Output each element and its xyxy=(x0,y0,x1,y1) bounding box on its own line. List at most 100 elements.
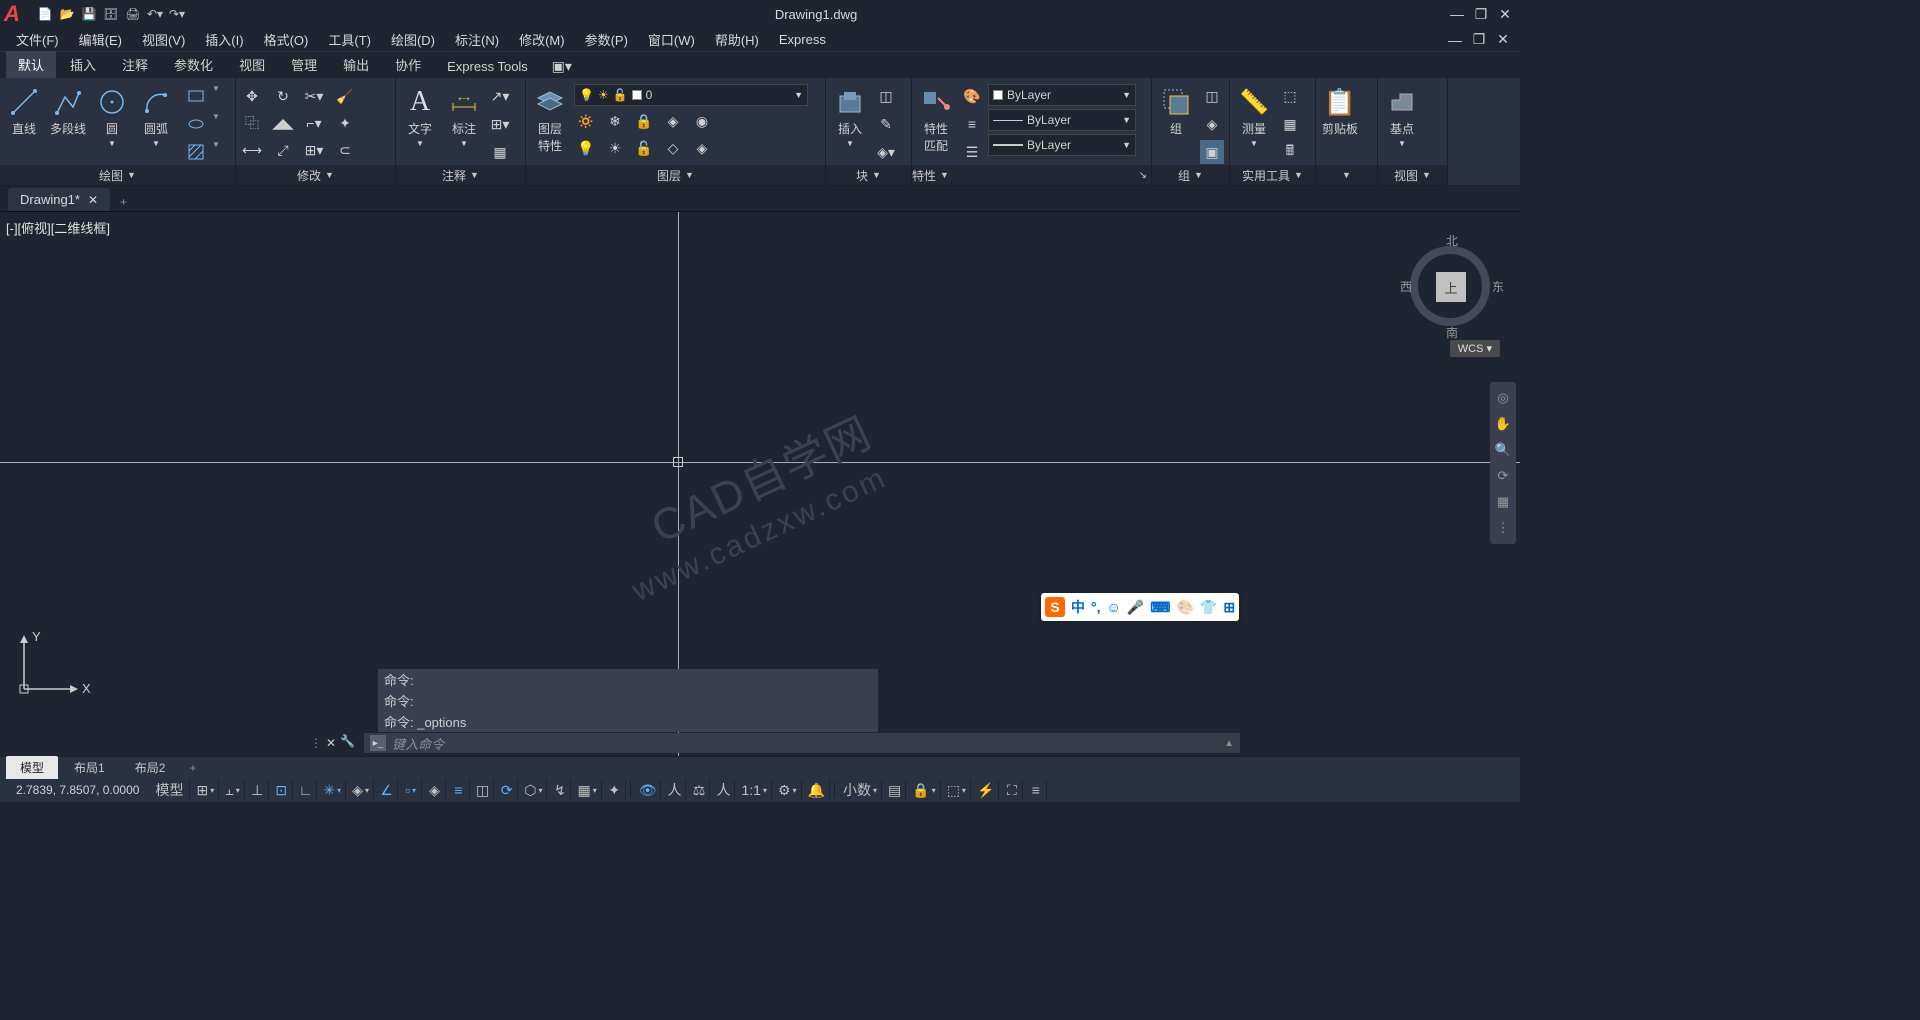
tool-circle[interactable]: 圆 ▼ xyxy=(92,84,132,150)
ime-skin-icon[interactable]: 🎨 xyxy=(1176,599,1193,616)
menu-file[interactable]: 文件(F) xyxy=(6,27,69,52)
table-icon[interactable]: ▦ xyxy=(488,140,512,164)
group-edit-icon[interactable]: ◈ xyxy=(1200,112,1224,136)
status-transparency-icon[interactable]: ◫ xyxy=(472,780,494,800)
status-units-button[interactable]: 小数▾ xyxy=(839,780,882,800)
tool-dimension[interactable]: ⟷ 标注 ▼ xyxy=(444,84,484,150)
panel-title-group[interactable]: 组▼ xyxy=(1152,165,1229,185)
ungroup-icon[interactable]: ◫ xyxy=(1200,84,1224,108)
group-select-icon[interactable]: ▣ xyxy=(1200,140,1224,164)
menu-window[interactable]: 窗口(W) xyxy=(638,27,705,52)
open-file-icon[interactable]: 📂 xyxy=(58,5,76,23)
menu-view[interactable]: 视图(V) xyxy=(132,27,195,52)
status-annotation-monitor-icon[interactable]: 👁 xyxy=(635,780,662,800)
status-selection-filter-icon[interactable]: ▦▾ xyxy=(573,780,601,800)
select-icon[interactable]: ⬚ xyxy=(1278,84,1302,108)
status-3dosnap-icon[interactable]: ◈ xyxy=(424,780,446,800)
block-edit-icon[interactable]: ✎ xyxy=(874,112,898,136)
calculator-icon[interactable]: 🖩 xyxy=(1278,140,1302,164)
viewport-label[interactable]: [-][俯视][二维线框] xyxy=(6,218,110,237)
cmd-expand-up-icon[interactable]: ▲ xyxy=(1224,738,1234,749)
status-cycling-icon[interactable]: ⟳ xyxy=(496,780,518,800)
ribbon-tab-insert[interactable]: 插入 xyxy=(58,51,108,78)
copy-icon[interactable]: ⿻ xyxy=(240,111,264,135)
status-workspace-icon[interactable]: ⚙▾ xyxy=(774,780,802,800)
menu-express[interactable]: Express xyxy=(769,29,836,50)
status-annotation-scale-icon[interactable]: 人 xyxy=(663,780,686,800)
layout-tab-model[interactable]: 模型 xyxy=(6,756,58,779)
status-annotation-auto-icon[interactable]: ⚖ xyxy=(688,780,710,800)
layer-lock-icon[interactable]: 🔒 xyxy=(632,109,656,133)
file-tab[interactable]: Drawing1* ✕ xyxy=(8,188,110,211)
command-input-box[interactable]: ▸_ 键入命令 ▲ xyxy=(364,733,1240,753)
tool-insert-block[interactable]: 插入 ▼ xyxy=(830,84,870,150)
mdi-minimize-button[interactable]: — xyxy=(1444,30,1466,50)
erase-icon[interactable]: 🧹 xyxy=(333,84,357,108)
status-lineweight-icon[interactable]: ≡ xyxy=(448,780,470,800)
redo-icon[interactable]: ↷▾ xyxy=(168,5,186,23)
linetype-dropdown[interactable]: ByLayer▼ xyxy=(988,109,1136,131)
ime-logo-icon[interactable]: S xyxy=(1045,597,1065,617)
status-infer-icon[interactable]: ⊥ xyxy=(247,780,269,800)
fillet-icon[interactable]: ⌐▾ xyxy=(302,111,326,135)
file-tab-add[interactable]: + xyxy=(112,193,135,211)
block-attr-icon[interactable]: ◈▾ xyxy=(874,140,898,164)
tool-match-properties[interactable]: 特性 匹配 xyxy=(916,84,956,156)
status-annotation-monitor2-icon[interactable]: 🔔 xyxy=(804,780,830,800)
ribbon-tab-output[interactable]: 输出 xyxy=(331,51,381,78)
tool-layer-properties[interactable]: 图层 特性 xyxy=(530,84,570,156)
table-create-icon[interactable]: ⊞▾ xyxy=(488,112,512,136)
coordinates-readout[interactable]: 2.7839, 7.8507, 0.0000 xyxy=(16,783,139,797)
ime-voice-icon[interactable]: 🎤 xyxy=(1127,599,1144,616)
ime-menu-icon[interactable]: ⊞ xyxy=(1223,599,1235,616)
status-scale-button[interactable]: 1:1▾ xyxy=(737,780,771,800)
viewcube-west[interactable]: 西 xyxy=(1400,278,1412,295)
status-hardware-accel-icon[interactable]: ⚡ xyxy=(973,780,999,800)
status-osnap-icon[interactable]: ▫▾ xyxy=(400,780,422,800)
panel-title-annotate[interactable]: 注释▼ xyxy=(396,165,525,185)
layout-tab-add[interactable]: + xyxy=(181,759,204,777)
mirror-icon[interactable]: ◢◣ xyxy=(271,111,295,135)
ribbon-tab-collaborate[interactable]: 协作 xyxy=(383,51,433,78)
viewcube-face[interactable]: 上 xyxy=(1436,272,1466,302)
drawing-canvas[interactable]: [-][俯视][二维线框] CAD自学网 www.cadzxw.com 北 西 … xyxy=(0,212,1520,756)
print-icon[interactable]: 🖨 xyxy=(124,5,142,23)
nav-pan-icon[interactable]: ✋ xyxy=(1493,414,1513,434)
rotate-icon[interactable]: ↻ xyxy=(271,84,295,108)
panel-title-clipboard[interactable]: ▼ xyxy=(1316,165,1377,185)
status-grid-icon[interactable]: ⊞▾ xyxy=(192,780,219,800)
menu-insert[interactable]: 插入(I) xyxy=(195,27,253,52)
app-switch-icon[interactable]: ▣▾ xyxy=(550,54,574,78)
nav-showmotion-icon[interactable]: ▦ xyxy=(1493,492,1513,512)
status-3d-icon[interactable]: ⬡▾ xyxy=(520,780,547,800)
ribbon-tab-view[interactable]: 视图 xyxy=(227,51,277,78)
status-polar-icon[interactable]: ✳▾ xyxy=(319,780,346,800)
layer-prev-icon[interactable]: ◉ xyxy=(690,109,714,133)
ime-toolbar[interactable]: S 中 °, ☺ 🎤 ⌨ 🎨 👕 ⊞ xyxy=(1041,593,1239,621)
status-ortho-icon[interactable]: ∟ xyxy=(295,780,318,800)
viewcube-south[interactable]: 南 xyxy=(1446,324,1458,341)
mdi-close-button[interactable]: ✕ xyxy=(1492,30,1514,50)
tool-group[interactable]: 组 xyxy=(1156,84,1196,139)
layer-iso-icon[interactable]: ◇ xyxy=(661,136,685,160)
panel-title-view[interactable]: 视图▼ xyxy=(1378,165,1447,185)
menu-tools[interactable]: 工具(T) xyxy=(318,27,381,52)
layer-freeze-icon[interactable]: ❄ xyxy=(603,109,627,133)
linetype-mgr-icon[interactable]: ≡ xyxy=(960,112,984,136)
tool-text[interactable]: A 文字 ▼ xyxy=(400,84,440,150)
maximize-button[interactable]: ❐ xyxy=(1470,4,1492,24)
ime-punct[interactable]: °, xyxy=(1091,599,1101,615)
panel-title-utils[interactable]: 实用工具▼ xyxy=(1230,165,1315,185)
nav-more-icon[interactable]: ⋮ xyxy=(1493,518,1513,538)
tool-baseview[interactable]: 基点 ▼ xyxy=(1382,84,1422,150)
layer-dropdown[interactable]: 💡 ☀ 🔓 0 ▼ xyxy=(574,84,808,106)
menu-help[interactable]: 帮助(H) xyxy=(705,27,769,52)
menu-edit[interactable]: 编辑(E) xyxy=(69,27,132,52)
status-snap-icon[interactable]: ⫠▾ xyxy=(221,780,245,800)
status-otrack-icon[interactable]: ∠ xyxy=(376,780,398,800)
viewcube-east[interactable]: 东 xyxy=(1492,278,1504,295)
tool-line[interactable]: 直线 xyxy=(4,84,44,139)
nav-wheel-icon[interactable]: ◎ xyxy=(1493,388,1513,408)
explode-icon[interactable]: ✦ xyxy=(333,111,357,135)
tool-measure[interactable]: 📏 测量 ▼ xyxy=(1234,84,1274,150)
